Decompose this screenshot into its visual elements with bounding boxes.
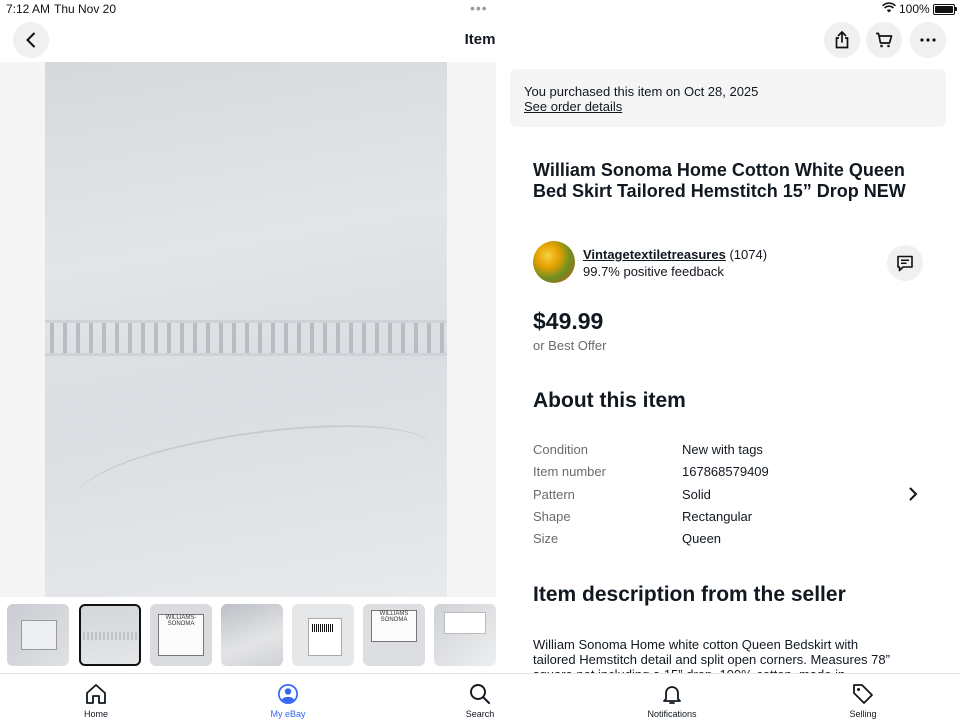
tab-search[interactable]: Search (420, 674, 540, 721)
best-offer-text: or Best Offer (533, 338, 607, 353)
item-title: William Sonoma Home Cotton White Queen B… (533, 160, 906, 201)
page-title: Item (464, 31, 496, 48)
bottom-tab-bar: Home My eBay Search Notifications Sellin… (0, 673, 960, 721)
seller-avatar[interactable] (533, 241, 575, 283)
spec-row-condition: Condition New with tags (533, 442, 893, 464)
tab-label: Notifications (647, 709, 697, 719)
thumbnail-2-selected[interactable] (79, 604, 141, 666)
share-button[interactable] (824, 22, 860, 58)
description-heading: Item description from the seller (533, 583, 846, 606)
image-gallery (0, 62, 496, 597)
spec-row-item-number: Item number 167868579409 (533, 464, 893, 486)
wifi-icon (882, 2, 896, 16)
seller-name-link[interactable]: Vintagetextiletreasures (583, 247, 726, 262)
spec-label: Pattern (533, 486, 575, 502)
share-icon (835, 31, 849, 49)
spec-label: Item number (533, 464, 606, 480)
tab-my-ebay[interactable]: My eBay (228, 674, 348, 721)
more-options-button[interactable] (910, 22, 946, 58)
battery-percent: 100% (899, 2, 930, 16)
spec-label: Size (533, 531, 559, 547)
thumbnail-1[interactable] (7, 604, 69, 666)
multitasking-dots-icon[interactable]: ••• (470, 0, 488, 16)
tab-notifications[interactable]: Notifications (612, 674, 732, 721)
spec-value: Solid (682, 486, 711, 502)
see-order-details-link[interactable]: See order details (524, 99, 622, 114)
tab-home[interactable]: Home (36, 674, 156, 721)
thumbnail-5[interactable] (292, 604, 354, 666)
thumbnail-label-williams-sonoma: WILLIAMS-SONOMA (158, 614, 204, 656)
about-item-heading: About this item (533, 389, 686, 412)
main-item-photo[interactable] (45, 62, 447, 597)
more-icon (920, 38, 936, 42)
thumbnail-6[interactable]: WILLIAMS SONOMA (363, 604, 425, 666)
item-price: $49.99 (533, 308, 604, 334)
search-icon (470, 684, 490, 704)
spec-row-pattern: Pattern Solid (533, 487, 893, 509)
tag-icon (853, 684, 873, 704)
purchase-text: You purchased this item on Oct 28, 2025 (524, 84, 759, 99)
purchase-notice: You purchased this item on Oct 28, 2025 … (510, 69, 946, 127)
item-specifics[interactable]: Condition New with tags Item number 1678… (533, 442, 893, 553)
tab-label: Home (83, 709, 108, 719)
top-nav-bar: Item (0, 18, 960, 62)
tab-label: Selling (849, 709, 877, 719)
description-text: William Sonoma Home white cotton Queen B… (533, 637, 890, 673)
message-icon (897, 255, 913, 271)
spec-label: Condition (533, 442, 588, 457)
thumbnail-strip: WILLIAMS-SONOMA WILLIAMS SONOMA (0, 599, 496, 673)
tab-label: My eBay (270, 709, 306, 719)
spec-row-size: Size Queen (533, 531, 893, 553)
spec-value: Rectangular (682, 508, 753, 524)
tab-label: Search (465, 709, 495, 719)
spec-value: Queen (682, 531, 722, 547)
item-details-panel: You purchased this item on Oct 28, 2025 … (496, 62, 960, 673)
status-date: Thu Nov 20 (54, 2, 117, 16)
thumbnail-7[interactable] (434, 604, 496, 666)
seller-feedback-percent: 99.7% positive feedback (583, 264, 724, 279)
profile-icon (278, 684, 298, 704)
chevron-right-icon[interactable] (908, 487, 918, 506)
battery-icon (933, 4, 955, 15)
status-bar: 7:12 AM Thu Nov 20 ••• 100% (0, 0, 960, 18)
seller-info: Vintagetextiletreasures (1074) (583, 247, 767, 262)
message-seller-button[interactable] (887, 245, 923, 281)
spec-value: New with tags (682, 442, 763, 457)
tab-selling[interactable]: Selling (803, 674, 923, 721)
thumbnail-3[interactable]: WILLIAMS-SONOMA (150, 604, 212, 666)
cart-button[interactable] (866, 22, 902, 58)
home-icon (86, 684, 106, 704)
bell-icon (663, 686, 681, 704)
spec-value: 167868579409 (682, 464, 769, 480)
spec-label: Shape (533, 508, 571, 524)
cart-icon (876, 32, 893, 48)
status-time: 7:12 AM (6, 2, 51, 16)
seller-feedback-count: (1074) (729, 247, 768, 262)
thumbnail-label-williams-sonoma-tag: WILLIAMS SONOMA (371, 610, 417, 642)
spec-row-shape: Shape Rectangular (533, 509, 893, 531)
thumbnail-4[interactable] (221, 604, 283, 666)
hemstitch-detail (45, 320, 447, 356)
